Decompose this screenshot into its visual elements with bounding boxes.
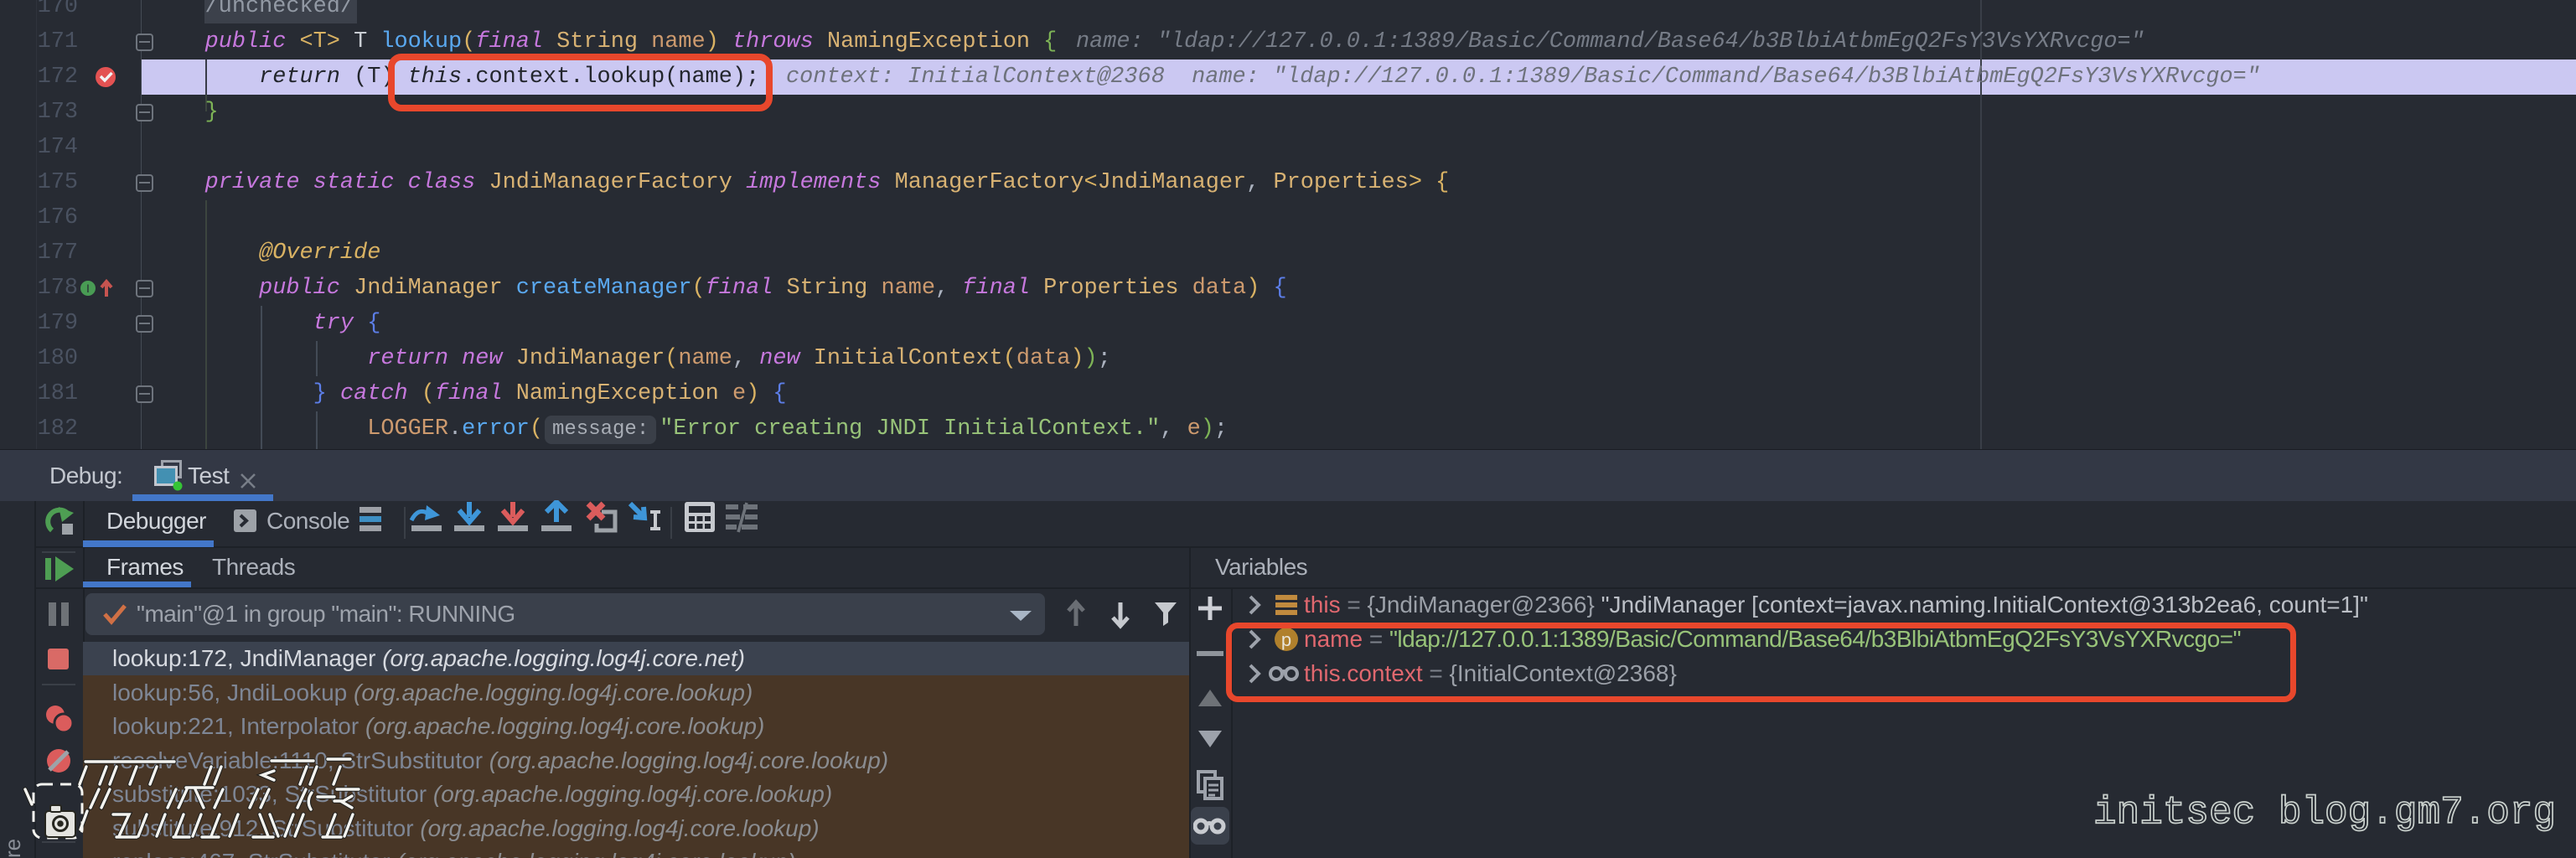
svg-text:I: I <box>86 282 90 295</box>
